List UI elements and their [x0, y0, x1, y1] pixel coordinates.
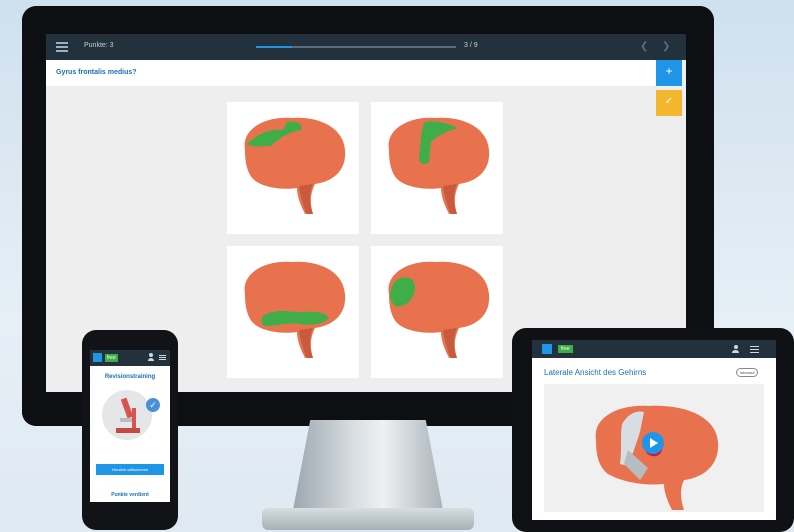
- chevron-left-icon[interactable]: ❮: [640, 41, 648, 52]
- answer-option-4[interactable]: [371, 246, 503, 378]
- check-button[interactable]: ✓: [656, 90, 682, 116]
- phone-hamburger-icon[interactable]: [159, 355, 166, 360]
- brain-highlight-middle-frontal: [388, 117, 490, 214]
- tablet-screen: free Laterale Ansicht des Gehirns Inboun…: [532, 340, 776, 520]
- microscope-icon: [102, 390, 152, 440]
- phone-primary-button[interactable]: Herzlich willkommen: [96, 464, 164, 475]
- play-button[interactable]: [642, 432, 664, 454]
- phone-footer-text: Punkte verdient: [111, 492, 149, 498]
- play-icon: [650, 438, 658, 448]
- tablet-title: Laterale Ansicht des Gehirns: [544, 368, 647, 377]
- phone-top-bar: free: [90, 350, 170, 366]
- plus-icon: +: [665, 64, 673, 78]
- monitor-base: [262, 508, 474, 530]
- chevron-right-icon[interactable]: ❯: [662, 41, 670, 52]
- phone-section-title: Revisionstraining: [104, 374, 156, 380]
- hamburger-menu-icon[interactable]: [56, 42, 68, 52]
- progress-text: 3 / 9: [464, 42, 478, 49]
- phone-free-badge: free: [105, 354, 118, 362]
- completed-check-icon: ✓: [146, 398, 160, 412]
- tablet-media-panel: [544, 384, 764, 512]
- phone-menu-button[interactable]: [93, 353, 102, 362]
- check-icon: ✓: [664, 96, 674, 107]
- top-bar: Punkte: 3 3 / 9 ❮ ❯: [46, 34, 686, 60]
- brain-highlight-superior-frontal: [244, 117, 346, 214]
- tablet-menu-button[interactable]: [542, 344, 552, 354]
- answer-option-3[interactable]: [227, 246, 359, 378]
- phone-screen: free Revisionstraining ✓ Herzlich willko…: [90, 350, 170, 502]
- tablet-top-bar: free: [532, 340, 776, 358]
- progress-fill: [256, 46, 292, 48]
- tablet-user-icon[interactable]: [732, 345, 739, 354]
- answer-option-2[interactable]: [371, 102, 503, 234]
- tablet-free-badge: free: [558, 345, 573, 353]
- question-text: Gyrus frontalis medius?: [56, 69, 137, 76]
- progress-bar: [256, 46, 456, 48]
- monitor-stand: [292, 420, 444, 515]
- tablet-tag[interactable]: Inbound: [736, 368, 759, 377]
- question-bar: Gyrus frontalis medius?: [46, 60, 656, 86]
- plus-button[interactable]: +: [656, 60, 682, 86]
- brain-highlight-temporal: [244, 261, 346, 358]
- phone-user-icon[interactable]: [148, 353, 154, 361]
- tablet-hamburger-icon[interactable]: [750, 346, 759, 353]
- answer-option-1[interactable]: [227, 102, 359, 234]
- score-label: Punkte: 3: [84, 42, 114, 49]
- brain-highlight-frontal-pole: [388, 261, 490, 358]
